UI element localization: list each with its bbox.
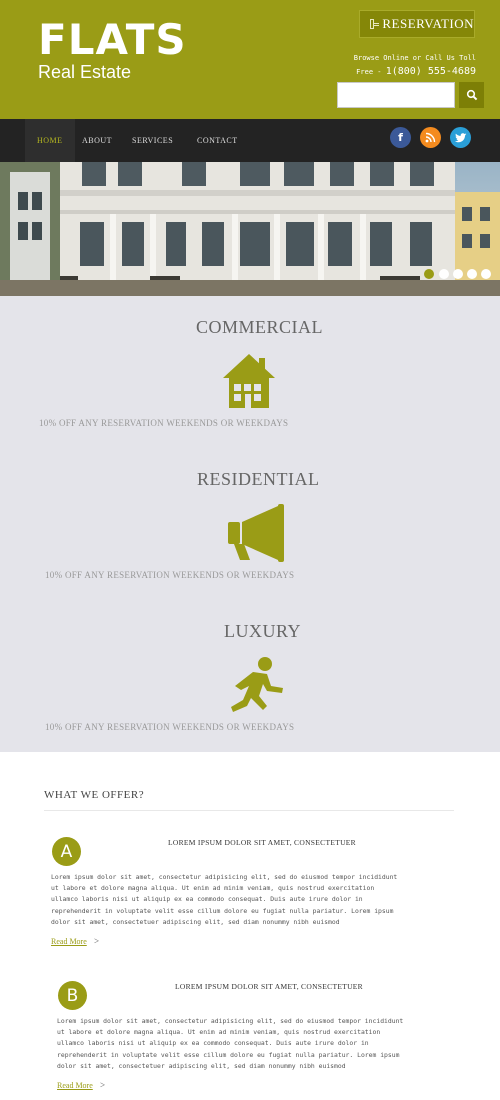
reservation-label: RESERVATION bbox=[382, 16, 474, 31]
slider-dot-3[interactable] bbox=[453, 269, 463, 279]
nav-about[interactable]: ABOUT bbox=[82, 119, 112, 162]
offer-badge-b: B bbox=[58, 981, 87, 1010]
offer-text-b-line: Lorem ipsum dolor sit amet, consectetur … bbox=[57, 1017, 404, 1025]
chevron-right-icon: > bbox=[100, 1080, 106, 1090]
offer-divider bbox=[44, 810, 454, 811]
offer-text-b-line: dolor sit amet, consectetuer adipiscing … bbox=[57, 1061, 346, 1070]
walking-person-icon bbox=[231, 657, 283, 712]
site-header: FLATS Real Estate RESERVATION Browse Onl… bbox=[0, 0, 500, 119]
logo-subtitle: Real Estate bbox=[38, 62, 132, 82]
twitter-bird-glyph bbox=[454, 132, 466, 142]
contact-free: Free - bbox=[356, 68, 386, 76]
search-button[interactable] bbox=[459, 82, 484, 108]
offer-text-a-line: reprehenderit in voluptate velit esse ci… bbox=[51, 906, 394, 915]
chevron-right-icon: > bbox=[94, 936, 100, 946]
reservation-button[interactable]: RESERVATION bbox=[359, 10, 475, 38]
offer-heading-b: LOREM IPSUM DOLOR SIT AMET, CONSECTETUER bbox=[175, 982, 363, 991]
service-title-residential: RESIDENTIAL bbox=[197, 469, 320, 489]
rss-glyph bbox=[425, 132, 436, 143]
slider-dot-2[interactable] bbox=[439, 269, 449, 279]
search-icon bbox=[466, 89, 477, 101]
rss-icon[interactable] bbox=[420, 127, 441, 148]
offer-badge-a: A bbox=[52, 837, 81, 866]
contact-text: Browse Online or Call Us Toll bbox=[353, 54, 476, 62]
contact-info: Browse Online or Call Us Toll Free - 1(8… bbox=[354, 51, 476, 79]
offer-heading-a: LOREM IPSUM DOLOR SIT AMET, CONSECTETUER bbox=[168, 838, 356, 847]
service-title-luxury: LUXURY bbox=[224, 621, 302, 641]
house-icon bbox=[223, 354, 275, 408]
service-desc-luxury: 10% OFF ANY RESERVATION WEEKENDS OR WEEK… bbox=[45, 722, 295, 732]
contact-phone: 1(800) 555-4689 bbox=[385, 66, 476, 77]
logo[interactable]: FLATS Real Estate bbox=[38, 15, 187, 83]
offer-text-a-line: dolor sit amet, consectetuer adipiscing … bbox=[51, 917, 340, 926]
read-more-link-b[interactable]: Read More bbox=[57, 1081, 93, 1090]
offer-text-a-line: ullamco laboris nisi ut aliquip ex ea co… bbox=[51, 895, 363, 904]
nav-contact[interactable]: CONTACT bbox=[197, 119, 238, 162]
calendar-icon bbox=[370, 19, 380, 29]
offer-text-b-line: ut labore et dolore magna aliqua. Ut eni… bbox=[57, 1028, 381, 1037]
megaphone-icon bbox=[228, 504, 284, 562]
offer-text-b-line: reprehenderit in voluptate velit esse ci… bbox=[57, 1050, 400, 1059]
offer-text-a-line: Lorem ipsum dolor sit amet, consectetur … bbox=[51, 873, 398, 881]
offer-title: WHAT WE OFFER? bbox=[44, 789, 145, 801]
slider-dot-4[interactable] bbox=[467, 269, 477, 279]
service-desc-commercial: 10% OFF ANY RESERVATION WEEKENDS OR WEEK… bbox=[39, 418, 289, 428]
nav-home[interactable]: HOME bbox=[25, 119, 75, 162]
nav-services[interactable]: SERVICES bbox=[132, 119, 173, 162]
facebook-label: f bbox=[398, 131, 403, 144]
offer-text-a-line: ut labore et dolore magna aliqua. Ut eni… bbox=[51, 884, 375, 893]
slider-dot-5[interactable] bbox=[481, 269, 491, 279]
service-title-commercial: COMMERCIAL bbox=[196, 317, 324, 337]
service-desc-residential: 10% OFF ANY RESERVATION WEEKENDS OR WEEK… bbox=[45, 570, 295, 580]
facebook-icon[interactable]: f bbox=[390, 127, 411, 148]
slider-dot-1[interactable] bbox=[424, 269, 434, 279]
logo-title: FLATS bbox=[38, 15, 187, 64]
offer-text-b-line: ullamco laboris nisi ut aliquip ex ea co… bbox=[57, 1039, 369, 1048]
offer-text-a: Lorem ipsum dolor sit amet, consectetur … bbox=[51, 872, 451, 928]
search-input[interactable] bbox=[337, 82, 455, 108]
read-more-link-a[interactable]: Read More bbox=[51, 937, 87, 946]
offer-text-b: Lorem ipsum dolor sit amet, consectetur … bbox=[57, 1016, 457, 1072]
twitter-icon[interactable] bbox=[450, 127, 471, 148]
